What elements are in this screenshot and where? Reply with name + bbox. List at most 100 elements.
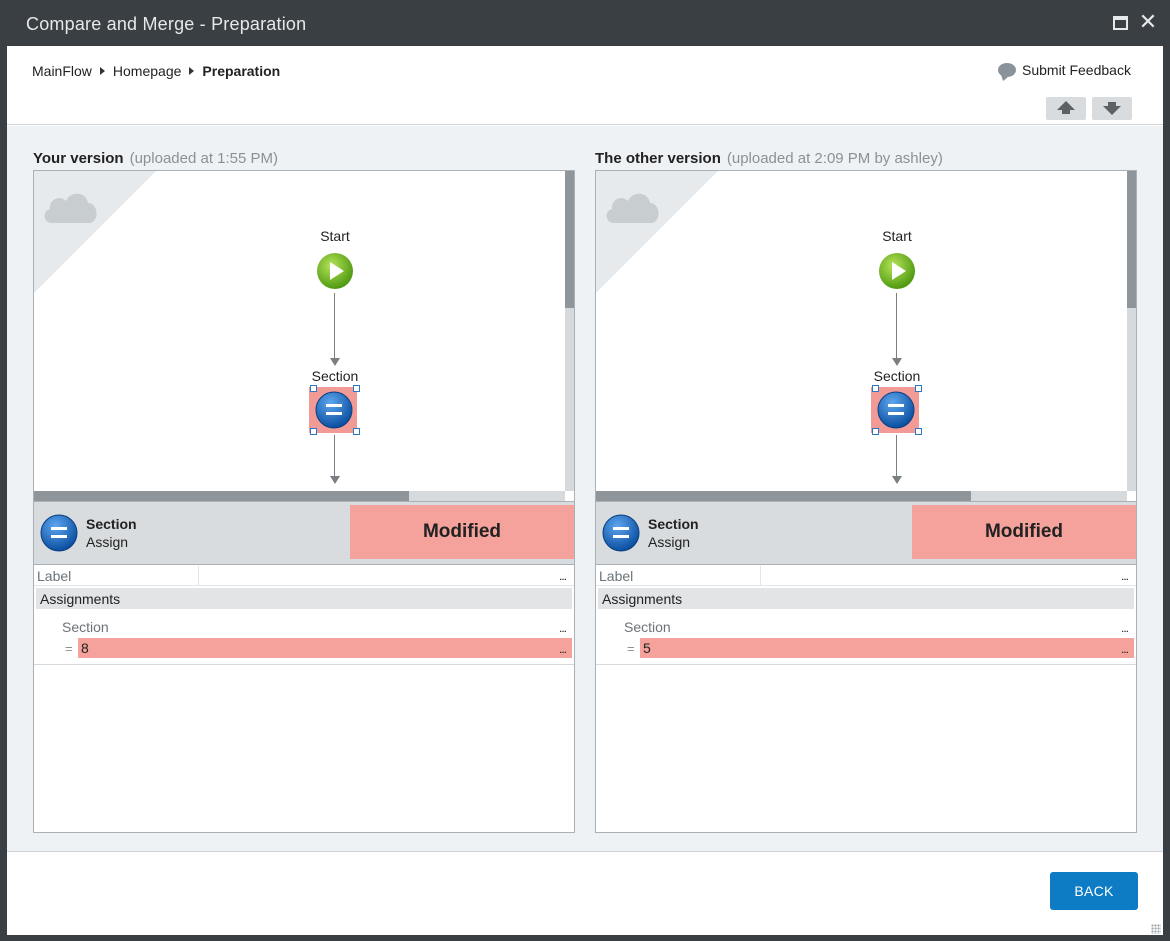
property-key: Label [599, 568, 634, 584]
horizontal-scrollbar[interactable] [596, 491, 1127, 501]
scrollbar-thumb[interactable] [596, 491, 971, 501]
more-options-icon[interactable]: ... [1121, 569, 1129, 583]
more-options-icon[interactable]: ... [1121, 621, 1129, 635]
assignment-value-row[interactable]: = 8 ... [34, 638, 574, 658]
connector-arrow-icon [892, 358, 902, 366]
dialog-footer: BACK [7, 851, 1163, 935]
column-divider [760, 566, 761, 586]
start-node-icon[interactable] [878, 252, 916, 290]
assign-icon [602, 514, 640, 552]
vertical-scrollbar[interactable] [565, 171, 574, 491]
pane-title: The other version (uploaded at 2:09 PM by… [595, 150, 943, 167]
arrow-up-icon [1057, 101, 1075, 114]
next-difference-button[interactable] [1092, 97, 1132, 120]
scrollbar-thumb[interactable] [34, 491, 409, 501]
maximize-icon[interactable] [1113, 16, 1128, 30]
assignment-value-field[interactable]: 8 ... [78, 638, 572, 658]
selection-handle[interactable] [310, 385, 317, 392]
close-icon[interactable]: ✕ [1137, 10, 1159, 34]
scrollbar-thumb[interactable] [565, 171, 574, 308]
assignment-value-field[interactable]: 5 ... [640, 638, 1134, 658]
more-options-icon[interactable]: ... [559, 621, 567, 635]
connector-line [334, 435, 335, 481]
section-node-label: Section [873, 368, 921, 384]
breadcrumb-item-homepage[interactable]: Homepage [113, 63, 182, 79]
equals-sign: = [627, 641, 635, 656]
start-node-icon[interactable] [316, 252, 354, 290]
pane-upload-info: (uploaded at 1:55 PM) [129, 150, 279, 167]
dialog-body: MainFlow Homepage Preparation Submit Fee… [7, 46, 1163, 935]
more-options-icon[interactable]: ... [559, 569, 567, 583]
assign-icon [40, 514, 78, 552]
compare-merge-window: Compare and Merge - Preparation ✕ MainFl… [0, 0, 1170, 941]
connector-line [896, 293, 897, 363]
assignment-value: 8 [81, 640, 89, 656]
more-options-icon[interactable]: ... [1121, 642, 1129, 656]
element-name: Section [648, 516, 699, 532]
arrow-down-icon [1103, 102, 1121, 115]
selection-handle[interactable] [353, 385, 360, 392]
breadcrumb-separator-icon [99, 67, 105, 75]
selection-handle[interactable] [872, 428, 879, 435]
breadcrumb-item-current: Preparation [202, 63, 281, 79]
modified-status-badge: Modified [912, 505, 1136, 559]
assignments-group-header: Assignments [36, 588, 572, 609]
pane-title-label: Your version [33, 150, 124, 167]
assignment-value-row[interactable]: = 5 ... [596, 638, 1136, 658]
connector-line [896, 435, 897, 481]
assignment-variable: Section [624, 619, 671, 635]
selection-handle[interactable] [310, 428, 317, 435]
element-name: Section [86, 516, 137, 532]
property-key: Label [37, 568, 72, 584]
connector-arrow-icon [892, 476, 902, 484]
connector-line [334, 293, 335, 363]
previous-difference-button[interactable] [1046, 97, 1086, 120]
element-type: Assign [86, 534, 129, 550]
selection-handle[interactable] [915, 385, 922, 392]
equals-sign: = [65, 641, 73, 656]
breadcrumb: MainFlow Homepage Preparation [32, 63, 280, 79]
back-button[interactable]: BACK [1050, 872, 1138, 910]
horizontal-scrollbar[interactable] [34, 491, 565, 501]
other-version-pane: The other version (uploaded at 2:09 PM by… [595, 126, 1137, 851]
vertical-scrollbar[interactable] [1127, 171, 1136, 491]
assignment-variable-row[interactable]: Section ... [34, 616, 574, 636]
group-label: Assignments [602, 591, 683, 607]
submit-feedback-label: Submit Feedback [1022, 62, 1131, 78]
submit-feedback-link[interactable]: Submit Feedback [998, 62, 1131, 78]
selection-handle[interactable] [872, 385, 879, 392]
speech-bubble-icon [998, 63, 1016, 77]
properties-panel: Section Assign Modified Label ... Assign… [33, 501, 575, 833]
group-label: Assignments [40, 591, 121, 607]
label-property-row[interactable]: Label ... [596, 566, 1136, 586]
properties-panel: Section Assign Modified Label ... Assign… [595, 501, 1137, 833]
section-node-label: Section [311, 368, 359, 384]
element-type: Assign [648, 534, 691, 550]
flow-canvas[interactable]: Start Section [33, 170, 575, 502]
selection-handle[interactable] [915, 428, 922, 435]
breadcrumb-item-mainflow[interactable]: MainFlow [32, 63, 92, 79]
assign-node-icon[interactable] [876, 390, 916, 430]
resize-grip-icon[interactable] [1151, 924, 1161, 934]
selection-handle[interactable] [353, 428, 360, 435]
pane-upload-info: (uploaded at 2:09 PM by ashley) [726, 150, 943, 167]
flow-canvas[interactable]: Start Section [595, 170, 1137, 502]
label-property-row[interactable]: Label ... [34, 566, 574, 586]
dialog-header: MainFlow Homepage Preparation Submit Fee… [7, 46, 1163, 125]
divider [34, 664, 574, 665]
element-header: Section Assign Modified [34, 502, 574, 565]
breadcrumb-separator-icon [189, 67, 195, 75]
assign-node-icon[interactable] [314, 390, 354, 430]
compare-area: Your version (uploaded at 1:55 PM) Start [7, 126, 1163, 851]
start-node-label: Start [882, 228, 912, 244]
assignment-variable: Section [62, 619, 109, 635]
assignments-group-header: Assignments [598, 588, 1134, 609]
title-bar: Compare and Merge - Preparation ✕ [0, 0, 1170, 46]
element-header: Section Assign Modified [596, 502, 1136, 565]
scrollbar-thumb[interactable] [1127, 171, 1136, 308]
connector-arrow-icon [330, 476, 340, 484]
modified-status-badge: Modified [350, 505, 574, 559]
your-version-pane: Your version (uploaded at 1:55 PM) Start [33, 126, 575, 851]
assignment-variable-row[interactable]: Section ... [596, 616, 1136, 636]
more-options-icon[interactable]: ... [559, 642, 567, 656]
